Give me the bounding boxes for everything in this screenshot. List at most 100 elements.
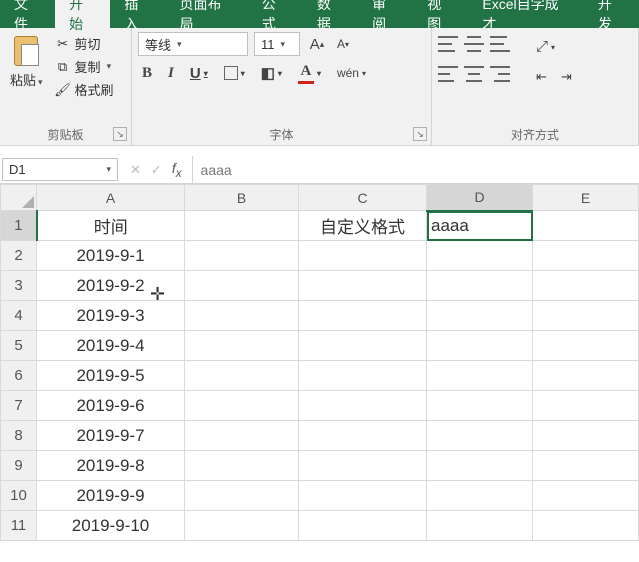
- cell-A4[interactable]: 2019-9-3: [37, 301, 185, 331]
- cell-B10[interactable]: [185, 481, 299, 511]
- cell-B8[interactable]: [185, 421, 299, 451]
- confirm-formula-button[interactable]: ✓: [151, 162, 162, 178]
- cell-B5[interactable]: [185, 331, 299, 361]
- cell-D7[interactable]: [427, 391, 533, 421]
- cell-C3[interactable]: [299, 271, 427, 301]
- align-center-button[interactable]: [464, 66, 484, 82]
- cell-C6[interactable]: [299, 361, 427, 391]
- col-head-C[interactable]: C: [299, 185, 427, 211]
- tab-view[interactable]: 视图: [413, 0, 468, 28]
- cell-E5[interactable]: [533, 331, 639, 361]
- cell-C1[interactable]: 自定义格式: [299, 211, 427, 241]
- cell-A8[interactable]: 2019-9-7: [37, 421, 185, 451]
- row-head-4[interactable]: 4: [1, 301, 37, 331]
- cell-D10[interactable]: [427, 481, 533, 511]
- cell-C10[interactable]: [299, 481, 427, 511]
- phonetic-button[interactable]: wén▾: [333, 62, 370, 84]
- cell-E1[interactable]: [533, 211, 639, 241]
- increase-font-button[interactable]: A▴: [306, 33, 328, 55]
- bold-button[interactable]: B: [138, 62, 156, 84]
- copy-button[interactable]: ⧉复制▾: [53, 55, 116, 78]
- cell-A6[interactable]: 2019-9-5: [37, 361, 185, 391]
- name-box[interactable]: D1▾: [2, 158, 118, 181]
- align-middle-button[interactable]: [464, 36, 484, 52]
- cell-E2[interactable]: [533, 241, 639, 271]
- clipboard-launcher[interactable]: ↘: [113, 127, 127, 141]
- align-top-button[interactable]: [438, 36, 458, 52]
- tab-data[interactable]: 数据: [303, 0, 358, 28]
- increase-indent-button[interactable]: ⇥: [557, 66, 576, 88]
- cell-E7[interactable]: [533, 391, 639, 421]
- cell-C11[interactable]: [299, 511, 427, 541]
- row-head-6[interactable]: 6: [1, 361, 37, 391]
- row-head-3[interactable]: 3: [1, 271, 37, 301]
- cell-C4[interactable]: [299, 301, 427, 331]
- cell-D5[interactable]: [427, 331, 533, 361]
- cancel-formula-button[interactable]: ✕: [130, 162, 141, 178]
- cell-D6[interactable]: [427, 361, 533, 391]
- cell-D4[interactable]: [427, 301, 533, 331]
- tab-page-layout[interactable]: 页面布局: [165, 0, 247, 28]
- cell-E3[interactable]: [533, 271, 639, 301]
- fill-color-button[interactable]: ◧▾: [257, 62, 286, 84]
- cell-C7[interactable]: [299, 391, 427, 421]
- cell-B11[interactable]: [185, 511, 299, 541]
- row-head-1[interactable]: 1: [1, 211, 37, 241]
- cell-A7[interactable]: 2019-9-6: [37, 391, 185, 421]
- paste-button[interactable]: 粘贴▾: [6, 32, 47, 101]
- col-head-D[interactable]: D: [427, 185, 533, 211]
- select-all-corner[interactable]: [1, 185, 37, 211]
- orientation-button[interactable]: ⤢▾: [532, 36, 559, 58]
- row-head-5[interactable]: 5: [1, 331, 37, 361]
- cell-E11[interactable]: [533, 511, 639, 541]
- tab-file[interactable]: 文件: [0, 0, 55, 28]
- row-head-10[interactable]: 10: [1, 481, 37, 511]
- cell-E8[interactable]: [533, 421, 639, 451]
- row-head-9[interactable]: 9: [1, 451, 37, 481]
- tab-insert[interactable]: 插入: [110, 0, 165, 28]
- tab-review[interactable]: 审阅: [358, 0, 413, 28]
- cell-A9[interactable]: 2019-9-8: [37, 451, 185, 481]
- col-head-A[interactable]: A: [37, 185, 185, 211]
- tab-formulas[interactable]: 公式: [248, 0, 303, 28]
- col-head-E[interactable]: E: [533, 185, 639, 211]
- align-bottom-button[interactable]: [490, 36, 510, 52]
- font-launcher[interactable]: ↘: [413, 127, 427, 141]
- italic-button[interactable]: I: [164, 62, 178, 84]
- cell-E4[interactable]: [533, 301, 639, 331]
- cell-A2[interactable]: 2019-9-1: [37, 241, 185, 271]
- font-color-button[interactable]: A▾: [294, 62, 325, 84]
- cut-button[interactable]: ✂剪切: [53, 32, 116, 55]
- row-head-8[interactable]: 8: [1, 421, 37, 451]
- cell-B6[interactable]: [185, 361, 299, 391]
- tab-dev[interactable]: 开发: [584, 0, 639, 28]
- cell-B1[interactable]: [185, 211, 299, 241]
- row-head-2[interactable]: 2: [1, 241, 37, 271]
- decrease-font-button[interactable]: A▾: [332, 33, 354, 55]
- underline-button[interactable]: U▾: [186, 62, 212, 84]
- cell-E9[interactable]: [533, 451, 639, 481]
- row-head-7[interactable]: 7: [1, 391, 37, 421]
- font-size-combo[interactable]: 11▾: [254, 32, 300, 56]
- cell-C9[interactable]: [299, 451, 427, 481]
- decrease-indent-button[interactable]: ⇤: [532, 66, 551, 88]
- cell-C8[interactable]: [299, 421, 427, 451]
- insert-function-button[interactable]: fx: [172, 160, 182, 180]
- tab-home[interactable]: 开始: [55, 0, 110, 28]
- tab-addin[interactable]: Excel自学成才: [468, 0, 584, 28]
- cell-B4[interactable]: [185, 301, 299, 331]
- border-button[interactable]: ▾: [220, 62, 249, 84]
- cell-E6[interactable]: [533, 361, 639, 391]
- align-right-button[interactable]: [490, 66, 510, 82]
- formula-input[interactable]: [193, 156, 639, 183]
- cell-A3[interactable]: 2019-9-2: [37, 271, 185, 301]
- col-head-B[interactable]: B: [185, 185, 299, 211]
- align-left-button[interactable]: [438, 66, 458, 82]
- cell-B3[interactable]: [185, 271, 299, 301]
- cell-D9[interactable]: [427, 451, 533, 481]
- cell-D3[interactable]: [427, 271, 533, 301]
- cell-A5[interactable]: 2019-9-4: [37, 331, 185, 361]
- format-painter-button[interactable]: 🖌格式刷: [53, 78, 116, 101]
- cell-D11[interactable]: [427, 511, 533, 541]
- cell-B9[interactable]: [185, 451, 299, 481]
